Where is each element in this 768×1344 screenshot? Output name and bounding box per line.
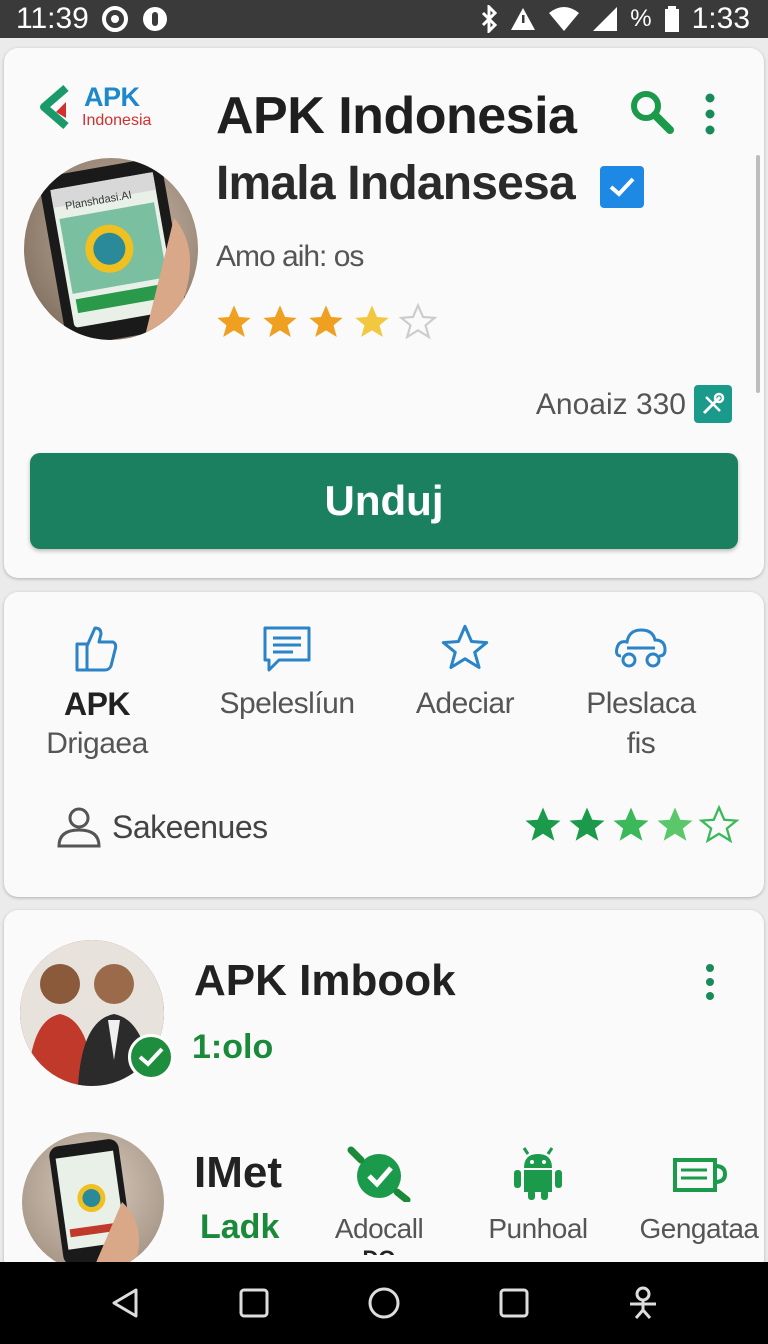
status-time-left: 11:39: [16, 2, 89, 35]
status-time-right: 1:33: [691, 2, 750, 35]
battery-icon: [664, 5, 680, 33]
check-badge-icon: [347, 1146, 411, 1204]
search-icon[interactable]: [628, 88, 674, 134]
app-header-card: APK Indonesia APK Indonesia Imala Indans…: [4, 48, 764, 578]
features-card: APK Drigaea Speleslíun Adeciar Pleslaca: [4, 592, 764, 897]
star-icon: [263, 305, 297, 337]
star-icon: [613, 807, 649, 841]
star-icon: [441, 624, 489, 670]
apk-logo[interactable]: APK Indonesia: [36, 82, 166, 132]
back-arrow-icon[interactable]: [36, 84, 80, 130]
list-item-title[interactable]: IMet: [194, 1148, 282, 1198]
scrollbar-thumb[interactable]: [756, 155, 760, 393]
app-thumbnail-image[interactable]: [22, 1132, 164, 1272]
reviewers-row[interactable]: Sakeenues: [56, 806, 268, 848]
developer-name[interactable]: Amo aih: os: [216, 240, 364, 274]
alert-icon: [510, 6, 536, 32]
sync-icon: [101, 5, 129, 33]
feature-sublabel: fis: [626, 727, 656, 760]
tools-icon[interactable]: [694, 385, 732, 423]
wifi-icon: [548, 6, 580, 32]
action-punhoal[interactable]: Punhoal: [476, 1146, 600, 1245]
action-adocall[interactable]: Adocall DO: [324, 1146, 434, 1255]
feature-pleslaca[interactable]: Pleslaca fis: [576, 622, 706, 764]
thumbs-up-icon: [75, 626, 118, 672]
feature-apk[interactable]: APK Drigaea: [32, 622, 162, 764]
partial-text: DO: [324, 1245, 434, 1255]
android-icon: [514, 1147, 562, 1200]
app-size: Anoaiz 330: [535, 388, 686, 421]
user-icon: [57, 807, 101, 848]
star-icon: [309, 305, 343, 337]
feature-label: Speleslíun: [219, 687, 355, 720]
star-icon: [657, 807, 693, 841]
logo-text: APK: [84, 82, 140, 112]
feature-sublabel: Drigaea: [46, 727, 148, 760]
recents-icon[interactable]: [494, 1283, 534, 1323]
feature-label: APK: [63, 686, 131, 722]
feature-label: Adeciar: [415, 687, 515, 720]
app-screenshot-image: Planshdasi.AI: [24, 158, 198, 340]
feature-row: APK Drigaea Speleslíun Adeciar Pleslaca: [4, 622, 764, 782]
battery-percent: %: [630, 5, 652, 32]
navigation-bar: [0, 1262, 768, 1344]
app-rating-stars: [214, 302, 438, 342]
related-apps-card: APK Imbook 1:olo IMet Ladk Adocall DO: [4, 910, 764, 1272]
action-label: Punhoal: [488, 1213, 588, 1244]
community-rating-stars: [522, 804, 740, 846]
home-icon[interactable]: [364, 1283, 404, 1323]
list-item-meta: Ladk: [200, 1208, 280, 1246]
feature-speleslun[interactable]: Speleslíun: [212, 622, 362, 724]
reviewers-label: Sakeenues: [112, 808, 268, 845]
signal-icon: [592, 6, 618, 32]
action-gengataa[interactable]: Gengataa: [634, 1146, 764, 1245]
status-bar: 11:39 % 1:33: [0, 0, 768, 38]
cloud-car-icon: [615, 628, 667, 668]
star-icon: [355, 305, 389, 337]
action-label: Adocall: [334, 1213, 424, 1244]
download-button[interactable]: Unduj: [30, 453, 738, 549]
square-icon[interactable]: [234, 1283, 274, 1323]
accessibility-icon[interactable]: [623, 1283, 663, 1323]
app-subtitle: Imala Indansesa: [216, 157, 576, 210]
list-item-title[interactable]: APK Imbook: [194, 956, 456, 1006]
verified-check-icon: [128, 1034, 174, 1080]
cup-icon: [673, 1158, 728, 1192]
more-options-icon[interactable]: [696, 92, 724, 136]
star-outline-icon: [398, 302, 438, 340]
star-icon: [569, 807, 605, 841]
more-options-icon[interactable]: [698, 962, 722, 1002]
back-icon[interactable]: [105, 1283, 145, 1323]
action-label: Gengataa: [639, 1213, 760, 1244]
message-icon: [263, 626, 311, 672]
feature-adeciar[interactable]: Adeciar: [400, 622, 530, 724]
logo-subtext: Indonesia: [82, 112, 152, 129]
star-icon: [525, 807, 561, 841]
app-title: APK Indonesia: [216, 87, 577, 145]
star-icon: [217, 305, 251, 337]
list-item-meta: 1:olo: [192, 1028, 274, 1066]
feature-label: Pleslaca: [586, 687, 696, 720]
star-outline-icon: [698, 804, 740, 844]
verified-check-icon: [600, 166, 644, 208]
notification-icon: [141, 5, 169, 33]
bluetooth-icon: [480, 5, 498, 33]
